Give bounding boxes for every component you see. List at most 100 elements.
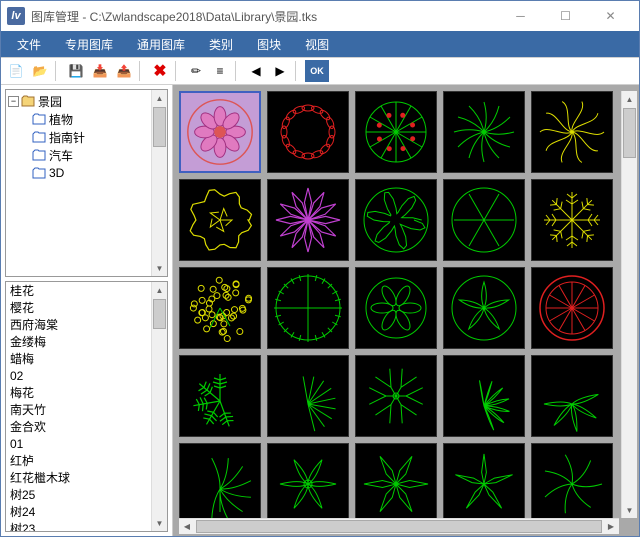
list-item[interactable]: 红花檵木球 (6, 469, 167, 486)
thumbnail[interactable] (267, 267, 349, 349)
list-panel: 桂花樱花西府海棠金缕梅蜡梅02梅花南天竹金合欢01红栌红花檵木球树25树24树2… (5, 281, 168, 532)
list-item[interactable]: 桂花 (6, 282, 167, 299)
thumbnail[interactable] (267, 443, 349, 525)
thumbnail[interactable] (179, 91, 261, 173)
thumbnail[interactable] (179, 267, 261, 349)
thumbnail[interactable] (443, 355, 525, 437)
menu-file[interactable]: 文件 (5, 32, 53, 57)
ok-icon[interactable]: OK (305, 60, 329, 82)
save-icon[interactable]: 💾 (65, 60, 87, 82)
tree-child-label: 指南针 (49, 129, 85, 146)
thumbnail[interactable] (267, 91, 349, 173)
thumbnail[interactable] (179, 355, 261, 437)
menu-view[interactable]: 视图 (293, 32, 341, 57)
folder-icon (32, 167, 46, 179)
edit-icon[interactable]: ✏ (185, 60, 207, 82)
list-item[interactable]: 蜡梅 (6, 350, 167, 367)
thumbnail[interactable] (355, 91, 437, 173)
scroll-down-button[interactable]: ▼ (622, 502, 637, 518)
thumbnail[interactable] (531, 91, 613, 173)
tree-panel: − 景园植物指南针汽车 3D ▲ ▼ (5, 89, 168, 277)
maximize-button[interactable]: ☐ (543, 1, 588, 31)
new-icon[interactable]: 📄 (5, 60, 27, 82)
nav-left-icon[interactable]: ◀ (245, 60, 267, 82)
delete-icon[interactable]: ✖ (149, 60, 171, 82)
tree-root[interactable]: − 景园 (8, 92, 165, 110)
menu-special-library[interactable]: 专用图库 (53, 32, 125, 57)
close-button[interactable]: ✕ (588, 1, 633, 31)
app-icon: lv (7, 7, 25, 25)
thumbnail[interactable] (355, 443, 437, 525)
scroll-up-button[interactable]: ▲ (152, 282, 167, 298)
list-item[interactable]: 金合欢 (6, 418, 167, 435)
thumbnail[interactable] (531, 355, 613, 437)
folder-open-icon (21, 95, 35, 107)
list-item[interactable]: 梅花 (6, 384, 167, 401)
titlebar: lv 图库管理 - C:\Zwlandscape2018\Data\Librar… (1, 1, 639, 31)
scroll-up-button[interactable]: ▲ (152, 90, 167, 106)
thumbnail[interactable] (443, 91, 525, 173)
window-title: 图库管理 - C:\Zwlandscape2018\Data\Library\景… (31, 8, 498, 25)
folder-icon (32, 131, 46, 143)
thumbnail[interactable] (355, 355, 437, 437)
thumbnail[interactable] (267, 355, 349, 437)
import-icon[interactable]: 📥 (89, 60, 111, 82)
thumbnail[interactable] (443, 267, 525, 349)
scroll-thumb[interactable] (153, 299, 166, 329)
thumbnail[interactable] (531, 443, 613, 525)
thumbnail[interactable] (179, 179, 261, 261)
scroll-right-button[interactable]: ▶ (603, 519, 619, 534)
tree-child-label: 植物 (49, 111, 73, 128)
gallery: ▲ ▼ ◀ ▶ (173, 85, 639, 536)
thumbnail[interactable] (179, 443, 261, 525)
scroll-left-button[interactable]: ◀ (179, 519, 195, 534)
list-item[interactable]: 西府海棠 (6, 316, 167, 333)
gallery-scrollbar-v[interactable]: ▲ ▼ (621, 91, 637, 518)
tree-root-label: 景园 (38, 93, 62, 110)
list-item[interactable]: 01 (6, 435, 167, 452)
scroll-thumb[interactable] (623, 108, 636, 158)
list-item[interactable]: 树25 (6, 486, 167, 503)
list-item[interactable]: 红栌 (6, 452, 167, 469)
thumbnail[interactable] (531, 267, 613, 349)
collapse-icon[interactable]: − (8, 96, 19, 107)
export-icon[interactable]: 📤 (113, 60, 135, 82)
tree-child[interactable]: 植物 (8, 110, 165, 128)
menu-block[interactable]: 图块 (245, 32, 293, 57)
folder-icon (32, 113, 46, 125)
open-icon[interactable]: 📂 (29, 60, 51, 82)
thumbnail[interactable] (443, 443, 525, 525)
thumbnail[interactable] (355, 179, 437, 261)
scroll-thumb[interactable] (196, 520, 602, 533)
list-item[interactable]: 02 (6, 367, 167, 384)
toolbar: 📄📂 💾📥📤 ✖ ✏≡ ◀▶ OK (1, 57, 639, 85)
menu-category[interactable]: 类别 (197, 32, 245, 57)
scroll-down-button[interactable]: ▼ (152, 515, 167, 531)
list-item[interactable]: 樱花 (6, 299, 167, 316)
scroll-up-button[interactable]: ▲ (622, 91, 637, 107)
list-item[interactable]: 南天竹 (6, 401, 167, 418)
nav-right-icon[interactable]: ▶ (269, 60, 291, 82)
scroll-thumb[interactable] (153, 107, 166, 147)
list-item[interactable]: 树23 (6, 520, 167, 532)
list-scrollbar[interactable]: ▲ ▼ (151, 282, 167, 531)
tree-scrollbar[interactable]: ▲ ▼ (151, 90, 167, 276)
properties-icon[interactable]: ≡ (209, 60, 231, 82)
tree-child-label: 3D (49, 166, 64, 180)
sidebar: − 景园植物指南针汽车 3D ▲ ▼ 桂花樱花西府海棠金缕梅蜡梅02梅花南天竹金合欢… (1, 85, 173, 536)
folder-icon (32, 149, 46, 161)
tree-child[interactable]: 3D (8, 164, 165, 182)
gallery-scrollbar-h[interactable]: ◀ ▶ (179, 518, 619, 534)
thumbnail[interactable] (355, 267, 437, 349)
menubar: 文件 专用图库 通用图库 类别 图块 视图 (1, 31, 639, 57)
scroll-down-button[interactable]: ▼ (152, 260, 167, 276)
minimize-button[interactable]: ─ (498, 1, 543, 31)
list-item[interactable]: 树24 (6, 503, 167, 520)
tree-child[interactable]: 指南针 (8, 128, 165, 146)
menu-general-library[interactable]: 通用图库 (125, 32, 197, 57)
thumbnail[interactable] (531, 179, 613, 261)
thumbnail[interactable] (443, 179, 525, 261)
list-item[interactable]: 金缕梅 (6, 333, 167, 350)
thumbnail[interactable] (267, 179, 349, 261)
tree-child[interactable]: 汽车 (8, 146, 165, 164)
